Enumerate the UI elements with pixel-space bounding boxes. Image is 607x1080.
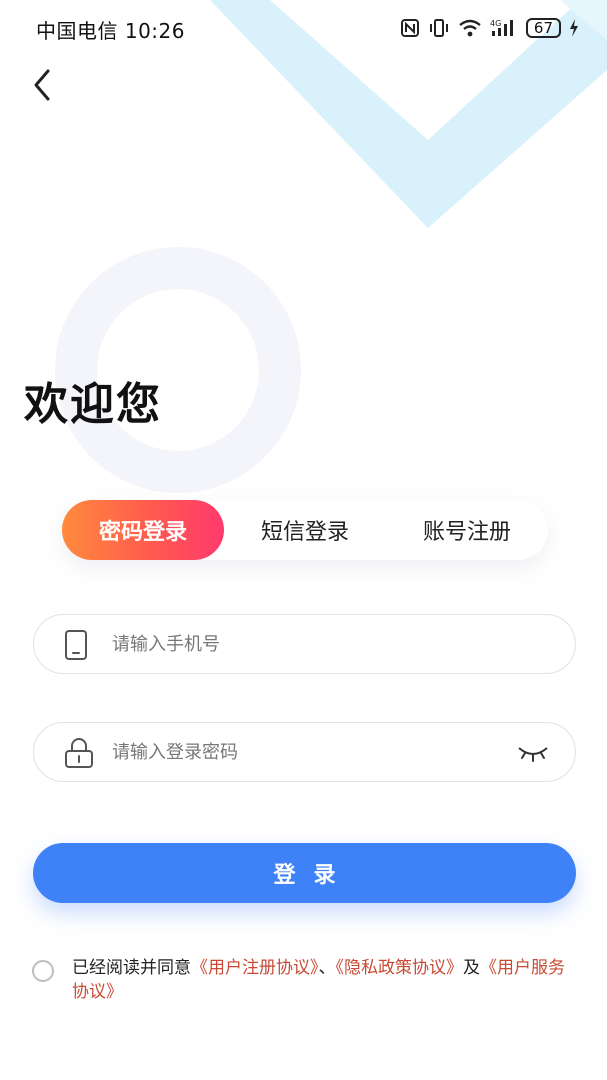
tab-password-login[interactable]: 密码登录 <box>62 500 224 560</box>
agreement-text: 已经阅读并同意《用户注册协议》、《隐私政策协议》及《用户服务协议》 <box>72 956 580 1004</box>
tab-sms-login[interactable]: 短信登录 <box>224 500 386 560</box>
agreement-prefix: 已经阅读并同意 <box>72 958 191 978</box>
carrier-time: 中国电信 10:26 <box>36 19 185 43</box>
lock-icon <box>64 737 94 773</box>
back-button[interactable] <box>22 62 62 108</box>
status-icons: 4G 67 <box>400 14 579 42</box>
svg-text:4G: 4G <box>490 19 501 28</box>
nfc-icon <box>400 18 420 38</box>
agreement-and: 及 <box>463 958 480 978</box>
agree-checkbox[interactable] <box>32 960 54 982</box>
login-tabs: 密码登录 短信登录 账号注册 <box>62 500 548 560</box>
phone-input[interactable] <box>110 615 514 674</box>
chevron-left-icon <box>34 69 50 101</box>
privacy-policy-link[interactable]: 《隐私政策协议》 <box>336 958 464 978</box>
eye-closed-icon[interactable] <box>517 740 549 768</box>
vibrate-icon <box>428 18 450 38</box>
password-field <box>33 722 576 782</box>
wifi-icon <box>458 18 482 38</box>
phone-icon <box>64 629 88 665</box>
agreement: 已经阅读并同意《用户注册协议》、《隐私政策协议》及《用户服务协议》 <box>32 956 580 1004</box>
charging-icon <box>569 18 579 38</box>
cellular-4g-icon: 4G <box>490 18 518 38</box>
tab-register[interactable]: 账号注册 <box>386 500 548 560</box>
phone-field <box>33 614 576 674</box>
status-bar: 中国电信 10:26 4G 67 <box>0 0 607 56</box>
page-title: 欢迎您 <box>24 379 162 430</box>
battery-indicator: 67 <box>525 18 561 38</box>
password-input[interactable] <box>110 723 514 782</box>
user-registration-agreement-link[interactable]: 《用户注册协议》 <box>191 958 319 978</box>
login-button[interactable]: 登录 <box>33 843 576 903</box>
agreement-separator: 、 <box>318 958 336 978</box>
